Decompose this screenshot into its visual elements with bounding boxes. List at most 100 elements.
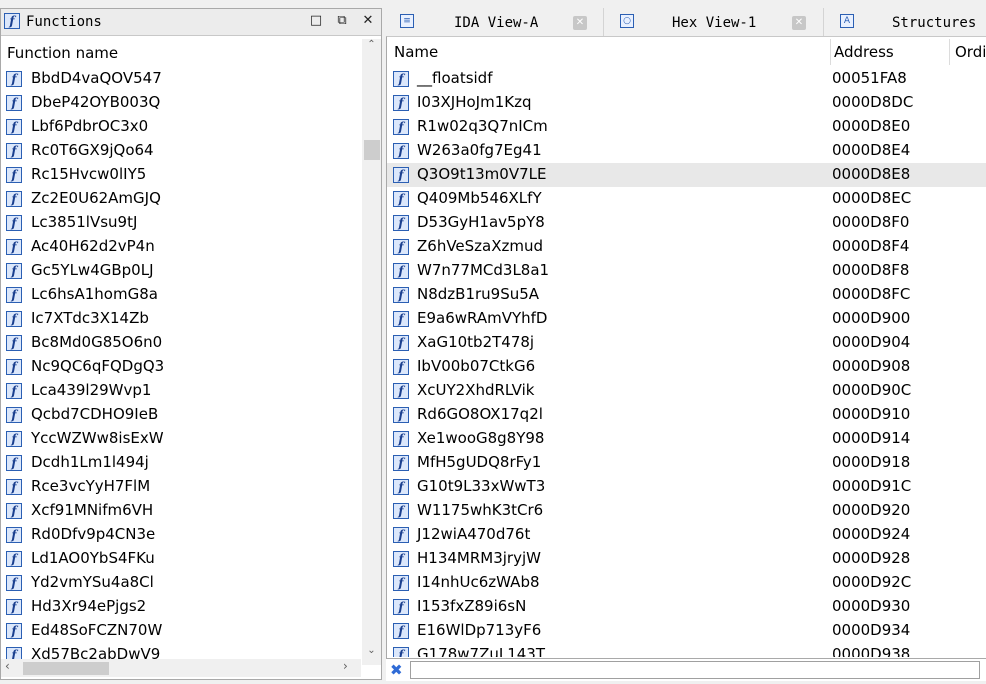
function-icon: f [6,191,22,207]
function-name-column-header[interactable]: Function name [1,41,367,65]
ordinal-column-header[interactable]: Ordi [955,43,986,61]
table-row[interactable]: f W1175whK3tCr6 0000D920 [387,499,986,523]
table-row[interactable]: f H134MRM3jryjW 0000D928 [387,547,986,571]
functions-vertical-scrollbar[interactable]: ⌃ ⌄ [362,39,381,665]
column-separator[interactable] [830,39,831,65]
export-name: D53GyH1av5pY8 [417,213,545,231]
filter-input[interactable] [410,661,980,679]
table-row[interactable]: f G10t9L33xWwT3 0000D91C [387,475,986,499]
float-icon[interactable]: ⧉ [333,12,351,30]
table-row[interactable]: f I153fxZ89i6sN 0000D930 [387,595,986,619]
scroll-down-icon[interactable]: ⌄ [362,645,381,661]
table-row[interactable]: f Q409Mb546XLfY 0000D8EC [387,187,986,211]
functions-title-bar: f Functions □ ⧉ ✕ [1,9,381,36]
export-address: 0000D8E8 [832,165,911,183]
tab-ida-view-a[interactable]: ≡ IDA View-A ✕ [386,8,604,36]
name-column-header[interactable]: Name [394,43,438,61]
function-list-item[interactable]: f DbeP42OYB003Q [1,91,361,115]
export-address: 0000D8F4 [832,237,910,255]
function-icon: f [6,575,22,591]
table-row[interactable]: f W7n77MCd3L8a1 0000D8F8 [387,259,986,283]
table-row[interactable]: f Q3O9t13m0V7LE 0000D8E8 [387,163,986,187]
tab-label: Structures [892,15,977,31]
close-icon[interactable]: ✕ [573,16,587,30]
table-row[interactable]: f E16WlDp713yF6 0000D934 [387,619,986,643]
table-row[interactable]: f __floatsidf 00051FA8 [387,67,986,91]
function-list-item[interactable]: f Rce3vcYyH7FlM [1,475,361,499]
function-list-item[interactable]: f Yd2vmYSu4a8Cl [1,571,361,595]
export-address: 0000D918 [832,453,911,471]
function-list-item[interactable]: f Zc2E0U62AmGJQ [1,187,361,211]
table-row[interactable]: f Xe1wooG8g8Y98 0000D914 [387,427,986,451]
function-icon: f [393,479,409,495]
scroll-right-icon[interactable]: › [343,659,348,673]
tab-structures[interactable]: A Structures [824,8,986,36]
function-list-item[interactable]: f Ic7XTdc3X14Zb [1,307,361,331]
function-icon: f [393,263,409,279]
function-list-item[interactable]: f Ac40H62d2vP4n [1,235,361,259]
function-list-item[interactable]: f Dcdh1Lm1l494j [1,451,361,475]
function-list-item[interactable]: f Lc6hsA1homG8a [1,283,361,307]
scrollbar-thumb[interactable] [23,662,109,675]
table-row[interactable]: f MfH5gUDQ8rFy1 0000D918 [387,451,986,475]
function-list-item[interactable]: f Ld1AO0YbS4FKu [1,547,361,571]
function-list-item[interactable]: f BbdD4vaQOV547 [1,67,361,91]
function-icon: f [6,599,22,615]
function-icon: f [6,431,22,447]
function-list-item[interactable]: f Rd0Dfv9p4CN3e [1,523,361,547]
function-list-item[interactable]: f Ed48SoFCZN70W [1,619,361,643]
function-name: Zc2E0U62AmGJQ [31,189,161,207]
clear-filter-icon[interactable]: ✖ [390,661,403,679]
table-row[interactable]: f I03XJHoJm1Kzq 0000D8DC [387,91,986,115]
function-name: YccWZWw8isExW [31,429,164,447]
function-list-item[interactable]: f Rc0T6GX9jQo64 [1,139,361,163]
scrollbar-thumb[interactable] [364,140,380,160]
table-row[interactable]: f D53GyH1av5pY8 0000D8F0 [387,211,986,235]
table-row[interactable]: f W263a0fg7Eg41 0000D8E4 [387,139,986,163]
function-icon: f [6,263,22,279]
maximize-icon[interactable]: □ [307,12,325,30]
scroll-up-icon[interactable]: ⌃ [362,39,381,55]
function-list-item[interactable]: f Hd3Xr94ePjgs2 [1,595,361,619]
table-row[interactable]: f E9a6wRAmVYhfD 0000D900 [387,307,986,331]
close-icon[interactable]: ✕ [792,16,806,30]
function-list-item[interactable]: f Lca439l29Wvp1 [1,379,361,403]
function-list-item[interactable]: f YccWZWw8isExW [1,427,361,451]
table-row[interactable]: f Z6hVeSzaXzmud 0000D8F4 [387,235,986,259]
function-icon: f [393,551,409,567]
tab-hex-view-1[interactable]: ○ Hex View-1 ✕ [604,8,824,36]
table-row[interactable]: f Rd6GO8OX17q2l 0000D910 [387,403,986,427]
column-separator[interactable] [949,39,950,65]
function-icon: f [6,167,22,183]
function-list-item[interactable]: f Xcf91MNifm6VH [1,499,361,523]
tab-label: IDA View-A [454,15,539,31]
function-list-item[interactable]: f Rc15Hvcw0lIY5 [1,163,361,187]
functions-horizontal-scrollbar[interactable]: ‹ › [1,659,361,677]
export-address: 0000D8EC [832,189,912,207]
table-row[interactable]: f R1w02q3Q7nICm 0000D8E0 [387,115,986,139]
function-list-item[interactable]: f Bc8Md0G85O6n0 [1,331,361,355]
export-name: Rd6GO8OX17q2l [417,405,543,423]
export-name: E9a6wRAmVYhfD [417,309,548,327]
export-name: Xe1wooG8g8Y98 [417,429,545,447]
table-row[interactable]: f XcUY2XhdRLVik 0000D90C [387,379,986,403]
table-row[interactable]: f IbV00b07CtkG6 0000D908 [387,355,986,379]
table-row[interactable]: f G178w7ZuL143T 0000D938 [387,643,986,657]
export-address: 0000D930 [832,597,911,615]
function-list-item[interactable]: f Nc9QC6qFQDgQ3 [1,355,361,379]
table-row[interactable]: f J12wiA470d76t 0000D924 [387,523,986,547]
function-list-item[interactable]: f Lbf6PdbrOC3x0 [1,115,361,139]
scroll-left-icon[interactable]: ‹ [5,659,10,673]
function-list-item[interactable]: f Qcbd7CDHO9IeB [1,403,361,427]
function-name: BbdD4vaQOV547 [31,69,162,87]
export-address: 0000D8F8 [832,261,910,279]
table-row[interactable]: f N8dzB1ru9Su5A 0000D8FC [387,283,986,307]
table-row[interactable]: f XaG10tb2T478j 0000D904 [387,331,986,355]
close-icon[interactable]: ✕ [359,12,377,30]
function-icon: f [393,215,409,231]
function-list-item[interactable]: f Gc5YLw4GBp0LJ [1,259,361,283]
function-name: Rd0Dfv9p4CN3e [31,525,156,543]
table-row[interactable]: f I14nhUc6zWAb8 0000D92C [387,571,986,595]
function-list-item[interactable]: f Lc3851lVsu9tJ [1,211,361,235]
address-column-header[interactable]: Address [834,43,894,61]
